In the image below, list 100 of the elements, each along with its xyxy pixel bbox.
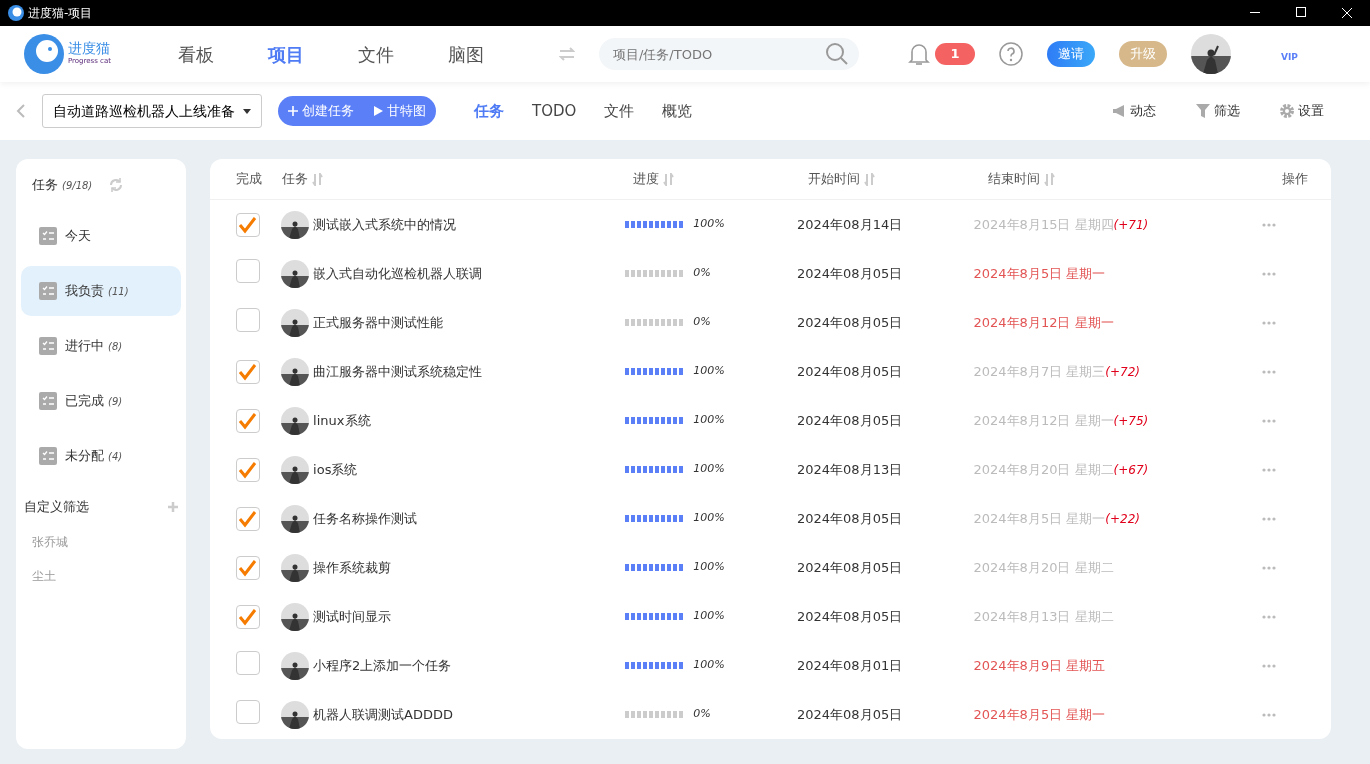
task-name: 嵌入式自动化巡检机器人联调	[313, 264, 483, 283]
sort-icon[interactable]	[864, 172, 876, 186]
nav-tab[interactable]: 项目	[241, 40, 331, 68]
more-icon[interactable]	[1262, 468, 1277, 473]
more-icon[interactable]	[1262, 419, 1277, 424]
plus-icon[interactable]	[168, 501, 178, 512]
help-icon[interactable]	[999, 42, 1023, 66]
more-icon[interactable]	[1262, 664, 1277, 669]
end-date: 2024年8月9日 星期五	[973, 656, 1106, 675]
project-dropdown[interactable]: 自动道路巡检机器人上线准备	[42, 94, 262, 128]
column-header: 完成	[236, 171, 262, 187]
sidebar-item[interactable]: 今天	[21, 211, 181, 261]
vip-label: VIP	[1281, 51, 1298, 65]
start-date: 2024年08月13日	[797, 460, 904, 479]
checkbox[interactable]	[236, 359, 260, 384]
sidebar-item[interactable]: 进行中 (8)	[21, 321, 181, 371]
tab[interactable]: 文件	[590, 99, 649, 123]
custom-filter-title: 自定义筛选	[24, 498, 89, 516]
progress-bar	[625, 613, 686, 620]
progress-text: 100%	[693, 363, 725, 380]
activity-button[interactable]: 动态	[1106, 100, 1162, 122]
start-date: 2024年08月05日	[797, 411, 904, 430]
start-date: 2024年08月05日	[797, 509, 904, 528]
more-icon[interactable]	[1262, 615, 1277, 620]
checklist-icon	[39, 337, 57, 355]
more-icon[interactable]	[1262, 272, 1277, 277]
progress-text: 100%	[693, 657, 725, 674]
checklist-icon	[39, 447, 57, 465]
more-icon[interactable]	[1262, 713, 1277, 718]
filter-button[interactable]: 筛选	[1190, 100, 1246, 122]
progress-text: 0%	[693, 706, 711, 723]
checkbox[interactable]	[236, 457, 260, 482]
start-date: 2024年08月05日	[797, 607, 904, 626]
more-icon[interactable]	[1262, 517, 1277, 522]
checkbox[interactable]	[236, 308, 260, 333]
tab[interactable]: 任务	[459, 99, 518, 123]
search-icon[interactable]	[825, 42, 849, 66]
sort-icon[interactable]	[1044, 172, 1056, 186]
logo-text: 进度猫	[68, 41, 111, 57]
bell-icon[interactable]	[907, 41, 931, 67]
start-date: 2024年08月05日	[797, 264, 904, 283]
checkbox[interactable]	[236, 408, 260, 433]
end-date: 2024年8月20日 星期二	[973, 558, 1114, 577]
more-icon[interactable]	[1262, 370, 1277, 375]
tab[interactable]: 概览	[648, 99, 707, 123]
sort-icon[interactable]	[663, 172, 675, 186]
start-date: 2024年08月05日	[797, 362, 904, 381]
checkbox[interactable]	[236, 555, 260, 580]
task-name: linux系统	[313, 411, 371, 430]
nav-tab[interactable]: 看板	[151, 40, 241, 68]
sidebar-item[interactable]: 已完成 (9)	[21, 376, 181, 426]
filter-icon	[1196, 104, 1210, 118]
start-date: 2024年08月01日	[797, 656, 904, 675]
nav-tab[interactable]: 脑图	[421, 40, 511, 68]
checkbox[interactable]	[236, 651, 260, 676]
settings-button[interactable]: 设置	[1274, 100, 1330, 122]
task-name: 曲江服务器中测试系统稳定性	[313, 362, 483, 381]
create-task-button[interactable]: 创建任务	[278, 96, 364, 126]
more-icon[interactable]	[1262, 223, 1277, 228]
more-icon[interactable]	[1262, 321, 1277, 326]
sidebar-item[interactable]: 我负责 (11)	[21, 266, 181, 316]
more-icon[interactable]	[1262, 566, 1277, 571]
end-date: 2024年8月15日 星期四	[973, 215, 1114, 234]
task-name: ios系统	[313, 460, 358, 479]
delay-days: (+22)	[1105, 509, 1140, 528]
start-date: 2024年08月05日	[797, 558, 904, 577]
progress-bar	[625, 417, 686, 424]
sidebar-item[interactable]: 未分配 (4)	[21, 431, 181, 481]
refresh-icon[interactable]	[108, 177, 125, 193]
checkbox[interactable]	[236, 259, 260, 284]
checkbox[interactable]	[236, 506, 260, 531]
column-header: 任务	[282, 170, 308, 189]
end-date: 2024年8月13日 星期二	[973, 607, 1114, 626]
settings-icon	[1280, 104, 1294, 118]
nav-tab[interactable]: 文件	[331, 40, 421, 68]
progress-bar	[625, 515, 686, 522]
progress-bar	[625, 662, 686, 669]
progress-bar	[625, 221, 686, 228]
search-field[interactable]: 项目/任务/TODO	[599, 38, 859, 70]
cat-logo-icon	[24, 34, 64, 74]
delay-days: (+72)	[1105, 362, 1140, 381]
progress-bar	[625, 564, 686, 571]
checkbox[interactable]	[236, 700, 260, 725]
gantt-button[interactable]: 甘特图	[364, 96, 436, 126]
caret-icon	[243, 108, 251, 114]
checklist-icon	[39, 282, 57, 300]
checkbox[interactable]	[236, 212, 260, 237]
megaphone-icon	[1112, 104, 1126, 118]
progress-text: 100%	[693, 216, 725, 233]
task-name: 任务名称操作测试	[313, 509, 418, 528]
checkbox[interactable]	[236, 604, 260, 629]
progress-bar	[625, 466, 686, 473]
progress-text: 100%	[693, 608, 725, 625]
tab[interactable]: TODO	[517, 99, 591, 123]
task-name: 正式服务器中测试性能	[313, 313, 444, 332]
back-icon[interactable]	[16, 104, 26, 118]
sort-icon[interactable]	[312, 172, 324, 186]
switch-icon[interactable]	[559, 47, 575, 61]
progress-text: 100%	[693, 559, 725, 576]
progress-text: 100%	[693, 461, 725, 478]
